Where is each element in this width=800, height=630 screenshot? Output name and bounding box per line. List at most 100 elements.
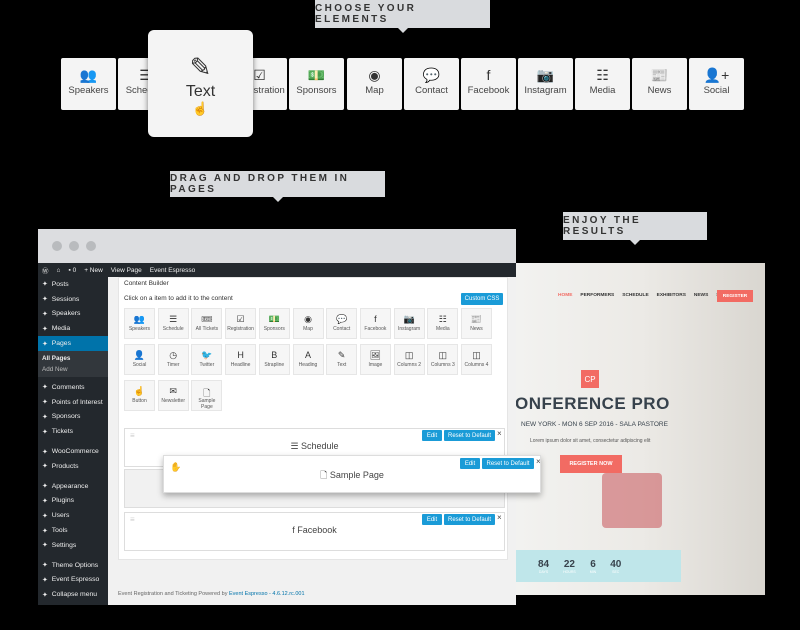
submenu-all-pages[interactable]: All Pages — [38, 353, 108, 364]
builder-tile-facebook[interactable]: f Facebook — [359, 308, 391, 339]
reset-button[interactable]: Reset to Default — [482, 458, 534, 469]
element-tile-sponsors[interactable]: 💵 Sponsors — [289, 58, 344, 110]
sidebar-item-comments[interactable]: ✦ Comments — [38, 380, 108, 395]
drag-handle-icon[interactable]: ≡ — [130, 431, 135, 440]
window-maximize-dot[interactable] — [86, 241, 96, 251]
element-tile-instagram[interactable]: 📷 Instagram — [518, 58, 573, 110]
element-tile-facebook[interactable]: f Facebook — [461, 58, 516, 110]
dragged-text-element[interactable]: ✎ Text ☝ — [148, 30, 253, 137]
builder-tile-headline[interactable]: H Headline — [225, 344, 257, 375]
builder-tile-all-tickets[interactable]: 🎟 All Tickets — [191, 308, 223, 339]
element-tile-social[interactable]: 👤+ Social — [689, 58, 744, 110]
map-icon: ◉ — [304, 314, 312, 324]
sidebar-item-users[interactable]: ✦ Users — [38, 508, 108, 523]
builder-tile-columns-2[interactable]: ◫ Columns 2 — [393, 344, 425, 375]
sidebar-item-theme-options[interactable]: ✦ Theme Options — [38, 558, 108, 573]
drag-handle-icon[interactable]: ≡ — [130, 515, 135, 524]
element-tile-speakers[interactable]: 👥 Speakers — [61, 58, 116, 110]
sidebar-item-settings[interactable]: ✦ Settings — [38, 538, 108, 553]
builder-tile-speakers[interactable]: 👥 Speakers — [124, 308, 155, 339]
view-page-link[interactable]: View Page — [111, 267, 142, 274]
dragging-row[interactable]: ✋ 🗋 Sample Page Edit Reset to Default × — [163, 455, 541, 493]
edit-button[interactable]: Edit — [460, 458, 480, 469]
speakers-icon: 👥 — [79, 67, 98, 83]
content-row-facebook[interactable]: ≡ f Facebook Edit Reset to Default × — [124, 512, 505, 551]
sidebar-item-sponsors[interactable]: ✦ Sponsors — [38, 410, 108, 425]
choose-elements-label: CHOOSE YOUR ELEMENTS — [315, 0, 490, 33]
countdown-unit: SEC — [612, 569, 620, 574]
site-nav-schedule[interactable]: SCHEDULE — [622, 293, 648, 298]
remove-icon[interactable]: × — [536, 457, 541, 466]
builder-tile-media[interactable]: ☷ Media — [427, 308, 459, 339]
sidebar-item-appearance[interactable]: ✦ Appearance — [38, 479, 108, 494]
builder-tile-sponsors[interactable]: 💵 Sponsors — [258, 308, 290, 339]
reset-button[interactable]: Reset to Default — [444, 514, 495, 525]
builder-tile-columns-4[interactable]: ◫ Columns 4 — [461, 344, 492, 375]
countdown-hours: 22 HOURS — [563, 559, 576, 574]
builder-tile-strapline[interactable]: B Strapline — [258, 344, 290, 375]
countdown-min: 6 MIN — [590, 559, 596, 574]
element-tile-map[interactable]: ◉ Map — [347, 58, 402, 110]
builder-tile-contact[interactable]: 💬 Contact — [326, 308, 358, 339]
builder-tile-image[interactable]: 🖼 Image — [359, 344, 391, 375]
custom-css-button[interactable]: Custom CSS — [461, 293, 503, 305]
comments-icon[interactable]: ▪ 0 — [68, 267, 76, 274]
element-tile-contact[interactable]: 💬 Contact — [404, 58, 459, 110]
menu-icon: ✦ — [42, 340, 48, 348]
sidebar-item-woocommerce[interactable]: ✦ WooCommerce — [38, 444, 108, 459]
site-nav-home[interactable]: HOME — [558, 293, 572, 298]
new-link[interactable]: + New — [84, 267, 103, 274]
builder-tile-timer[interactable]: ◷ Timer — [157, 344, 189, 375]
sidebar-item-label: Users — [51, 512, 70, 520]
sidebar-item-plugins[interactable]: ✦ Plugins — [38, 494, 108, 509]
builder-tile-columns-3[interactable]: ◫ Columns 3 — [427, 344, 459, 375]
window-minimize-dot[interactable] — [69, 241, 79, 251]
sidebar-item-products[interactable]: ✦ Products — [38, 459, 108, 474]
builder-tile-schedule[interactable]: ☰ Schedule — [157, 308, 189, 339]
builder-tile-registration[interactable]: ☑ Registration — [225, 308, 257, 339]
sidebar-item-posts[interactable]: ✦ Posts — [38, 277, 108, 292]
edit-button[interactable]: Edit — [422, 430, 442, 441]
sidebar-item-tickets[interactable]: ✦ Tickets — [38, 424, 108, 439]
reset-button[interactable]: Reset to Default — [444, 430, 495, 441]
builder-tile-button[interactable]: ☝ Button — [124, 380, 155, 411]
row-title: f Facebook — [125, 525, 504, 535]
sidebar-item-points-of-interest[interactable]: ✦ Points of Interest — [38, 395, 108, 410]
site-nav-news[interactable]: NEWS — [694, 293, 708, 298]
builder-tile-map[interactable]: ◉ Map — [292, 308, 324, 339]
builder-tile-newsletter[interactable]: ✉ Newsletter — [157, 380, 189, 411]
builder-tile-social[interactable]: 👤 Social — [124, 344, 155, 375]
builder-tile-instagram[interactable]: 📷 Instagram — [393, 308, 425, 339]
image-icon: 🖼 — [369, 350, 382, 360]
remove-icon[interactable]: × — [497, 513, 502, 522]
submenu-add-new[interactable]: Add New — [38, 364, 108, 375]
builder-tile-twitter[interactable]: 🐦 Twitter — [191, 344, 223, 375]
window-close-dot[interactable] — [52, 241, 62, 251]
sidebar-item-speakers[interactable]: ✦ Speakers — [38, 307, 108, 322]
sidebar-item-tools[interactable]: ✦ Tools — [38, 523, 108, 538]
builder-tile-heading[interactable]: A Heading — [292, 344, 324, 375]
sidebar-item-pages[interactable]: ✦ Pages — [38, 336, 108, 351]
sidebar-item-media[interactable]: ✦ Media — [38, 321, 108, 336]
row-title: ☰ Schedule — [125, 441, 504, 452]
register-now-button[interactable]: REGISTER NOW — [560, 455, 622, 473]
builder-tile-sample-page[interactable]: 🗋 Sample Page — [191, 380, 223, 411]
sidebar-item-collapse-menu[interactable]: ✦ Collapse menu — [38, 587, 108, 602]
home-icon[interactable]: ⌂ — [57, 267, 61, 274]
edit-button[interactable]: Edit — [422, 514, 442, 525]
button-icon: ☝ — [133, 386, 146, 396]
register-nav-button[interactable]: REGISTER — [717, 290, 753, 302]
event-espresso-link[interactable]: Event Espresso — [150, 267, 196, 274]
event-espresso-footer-link[interactable]: Event Espresso - 4.6.12.rc.001 — [229, 591, 305, 597]
wordpress-icon[interactable]: Ⓦ — [42, 265, 49, 275]
sidebar-item-event-espresso[interactable]: ✦ Event Espresso — [38, 573, 108, 588]
builder-tile-news[interactable]: 📰 News — [461, 308, 492, 339]
site-nav-performers[interactable]: PERFORMERS — [580, 293, 614, 298]
builder-tile-text[interactable]: ✎ Text — [326, 344, 358, 375]
schedule-icon: ☰ — [290, 441, 299, 451]
element-tile-media[interactable]: ☷ Media — [575, 58, 630, 110]
sidebar-item-sessions[interactable]: ✦ Sessions — [38, 292, 108, 307]
site-nav-exhibitors[interactable]: EXHIBITORS — [657, 293, 686, 298]
element-tile-news[interactable]: 📰 News — [632, 58, 687, 110]
remove-icon[interactable]: × — [497, 429, 502, 438]
